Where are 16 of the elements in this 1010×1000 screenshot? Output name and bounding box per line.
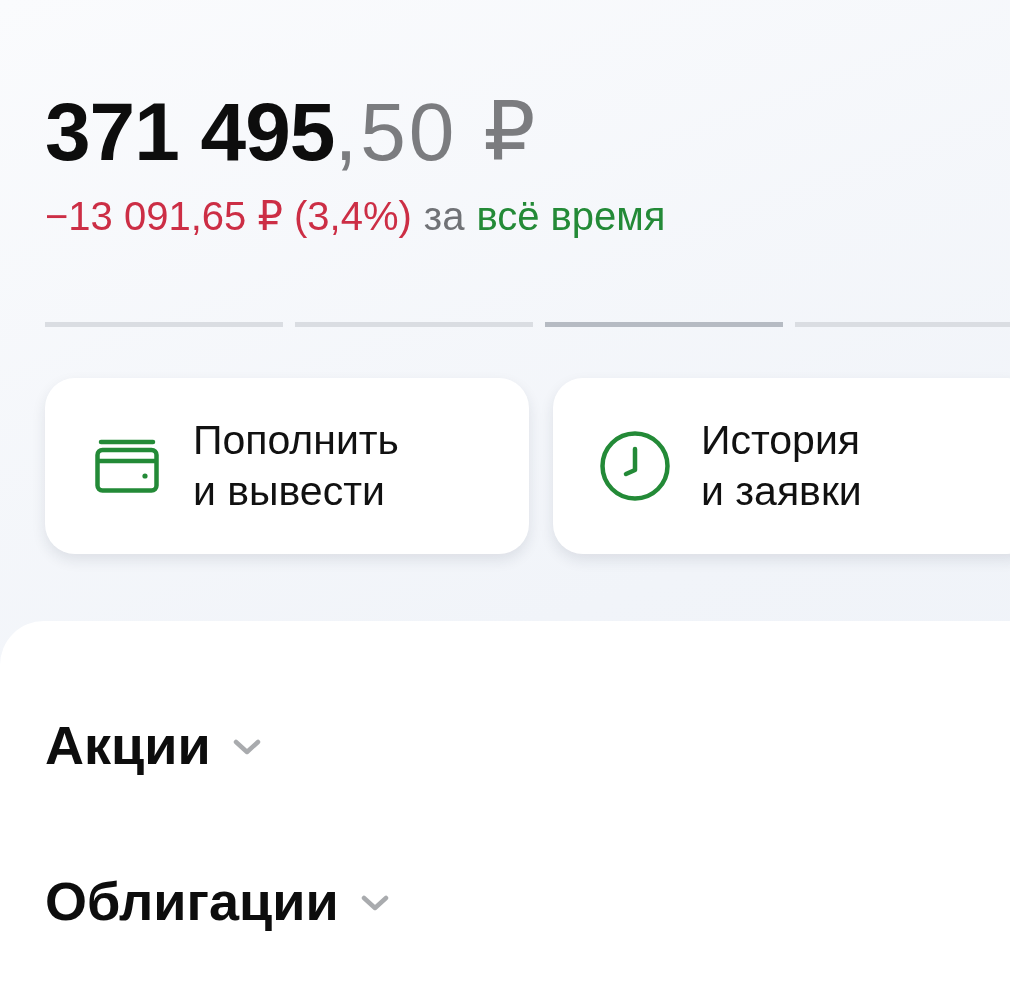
- pager-segment[interactable]: [45, 322, 283, 327]
- section-heading[interactable]: Акции: [45, 713, 211, 777]
- section-heading[interactable]: Облигации: [45, 869, 339, 933]
- period-label: за: [423, 193, 465, 240]
- change-amount: −13 091,65 ₽ (3,4%): [45, 193, 412, 240]
- action-card[interactable]: История и заявки: [553, 378, 1010, 554]
- pager-segment[interactable]: [795, 322, 1010, 327]
- pager-segment[interactable]: [295, 322, 533, 327]
- balance-amount: 371 495,50 ₽: [45, 85, 539, 179]
- chevron-down-icon[interactable]: [360, 895, 389, 911]
- clock-icon: [600, 431, 670, 501]
- wallet-icon: [95, 439, 159, 493]
- period-link[interactable]: всё время: [476, 192, 666, 240]
- pager-segment[interactable]: [545, 322, 783, 327]
- chevron-down-icon[interactable]: [232, 739, 261, 755]
- action-card[interactable]: Пополнить и вывести: [45, 378, 529, 554]
